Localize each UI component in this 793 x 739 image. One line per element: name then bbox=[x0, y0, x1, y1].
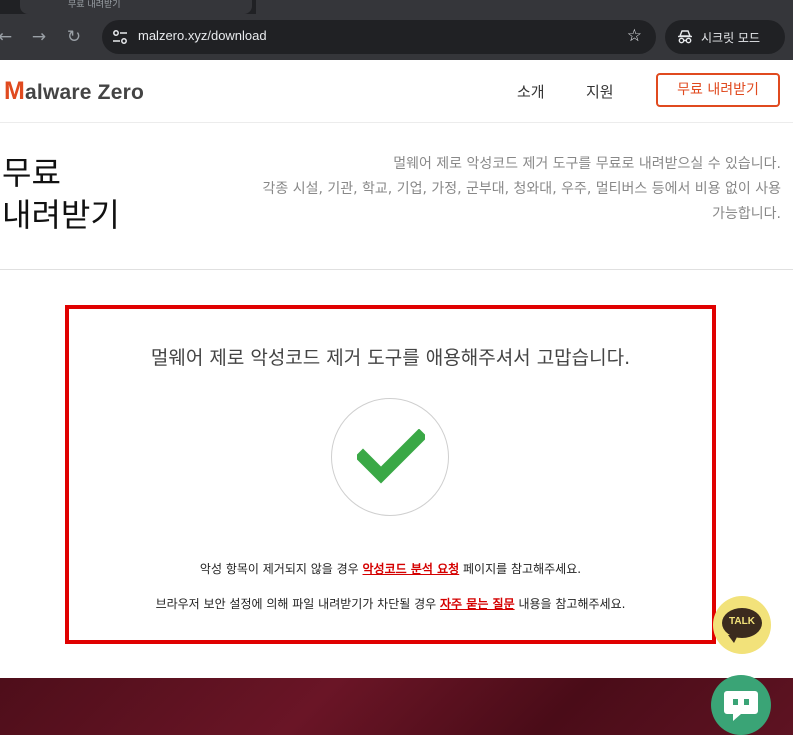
tab-title: 무료 내려받기 bbox=[68, 0, 121, 10]
forward-arrow-icon[interactable]: → bbox=[28, 26, 50, 48]
malware-analysis-request-link[interactable]: 악성코드 분석 요청 bbox=[363, 562, 460, 576]
talk-bubble-icon: TALK bbox=[722, 608, 762, 643]
browser-tab-strip: 무료 내려받기 bbox=[0, 0, 793, 14]
logo-alware: alware bbox=[25, 81, 92, 104]
free-download-button[interactable]: 무료 내려받기 bbox=[656, 73, 780, 107]
reload-icon[interactable]: ↻ bbox=[63, 26, 85, 48]
page-title: 무료 내려받기 bbox=[2, 154, 120, 234]
incognito-icon bbox=[678, 30, 692, 44]
page-description: 멀웨어 제로 악성코드 제거 도구를 무료로 내려받으실 수 있습니다. 각종 … bbox=[262, 156, 782, 222]
url-text[interactable]: malzero.xyz/download bbox=[138, 28, 267, 43]
success-circle bbox=[331, 398, 449, 516]
incognito-label: 시크릿 모드 bbox=[701, 31, 761, 45]
nav-about[interactable]: 소개 bbox=[517, 81, 545, 102]
live-chat-button[interactable] bbox=[711, 675, 771, 735]
site-settings-icon[interactable] bbox=[112, 29, 128, 45]
chat-bubble-icon bbox=[724, 691, 758, 721]
notice-faq: 브라우저 보안 설정에 의해 파일 내려받기가 차단될 경우 자주 묻는 질문 … bbox=[69, 595, 712, 612]
thank-you-panel: 멀웨어 제로 악성코드 제거 도구를 애용해주셔서 고맙습니다. 악성 항목이 … bbox=[65, 305, 716, 644]
address-bar[interactable]: malzero.xyz/download ☆ bbox=[102, 20, 656, 54]
thank-you-title: 멀웨어 제로 악성코드 제거 도구를 애용해주셔서 고맙습니다. bbox=[150, 347, 631, 369]
faq-link[interactable]: 자주 묻는 질문 bbox=[440, 597, 515, 611]
site-header: Malware Zero 소개 지원 무료 내려받기 bbox=[0, 60, 793, 123]
notice1-text-before: 악성 항목이 제거되지 않을 경우 bbox=[199, 562, 363, 576]
incognito-indicator[interactable]: 시크릿 모드 bbox=[665, 20, 785, 54]
notice-analysis: 악성 항목이 제거되지 않을 경우 악성코드 분석 요청 페이지를 참고해주세요… bbox=[69, 560, 712, 577]
logo-m: M bbox=[4, 77, 26, 105]
nav-support[interactable]: 지원 bbox=[586, 81, 614, 102]
checkmark-icon bbox=[357, 429, 425, 484]
tab-strip-empty-area bbox=[256, 0, 793, 14]
browser-toolbar: ← → ↻ malzero.xyz/download ☆ 시크릿 모드 bbox=[0, 14, 793, 60]
back-arrow-icon[interactable]: ← bbox=[0, 26, 16, 48]
bookmark-star-icon[interactable]: ☆ bbox=[627, 26, 642, 46]
logo-zero: Zero bbox=[97, 81, 144, 104]
notice2-text-after: 내용을 참고해주세요. bbox=[514, 597, 626, 611]
kakaotalk-chat-button[interactable]: TALK bbox=[713, 596, 771, 654]
malware-zero-logo[interactable]: Malware Zero bbox=[4, 77, 144, 106]
notice2-text-before: 브라우저 보안 설정에 의해 파일 내려받기가 차단될 경우 bbox=[155, 597, 441, 611]
talk-label: TALK bbox=[729, 616, 755, 627]
notice1-text-after: 페이지를 참고해주세요. bbox=[459, 562, 582, 576]
footer-banner bbox=[0, 678, 793, 735]
section-divider bbox=[0, 269, 793, 270]
browser-tab[interactable]: 무료 내려받기 bbox=[20, 0, 252, 14]
